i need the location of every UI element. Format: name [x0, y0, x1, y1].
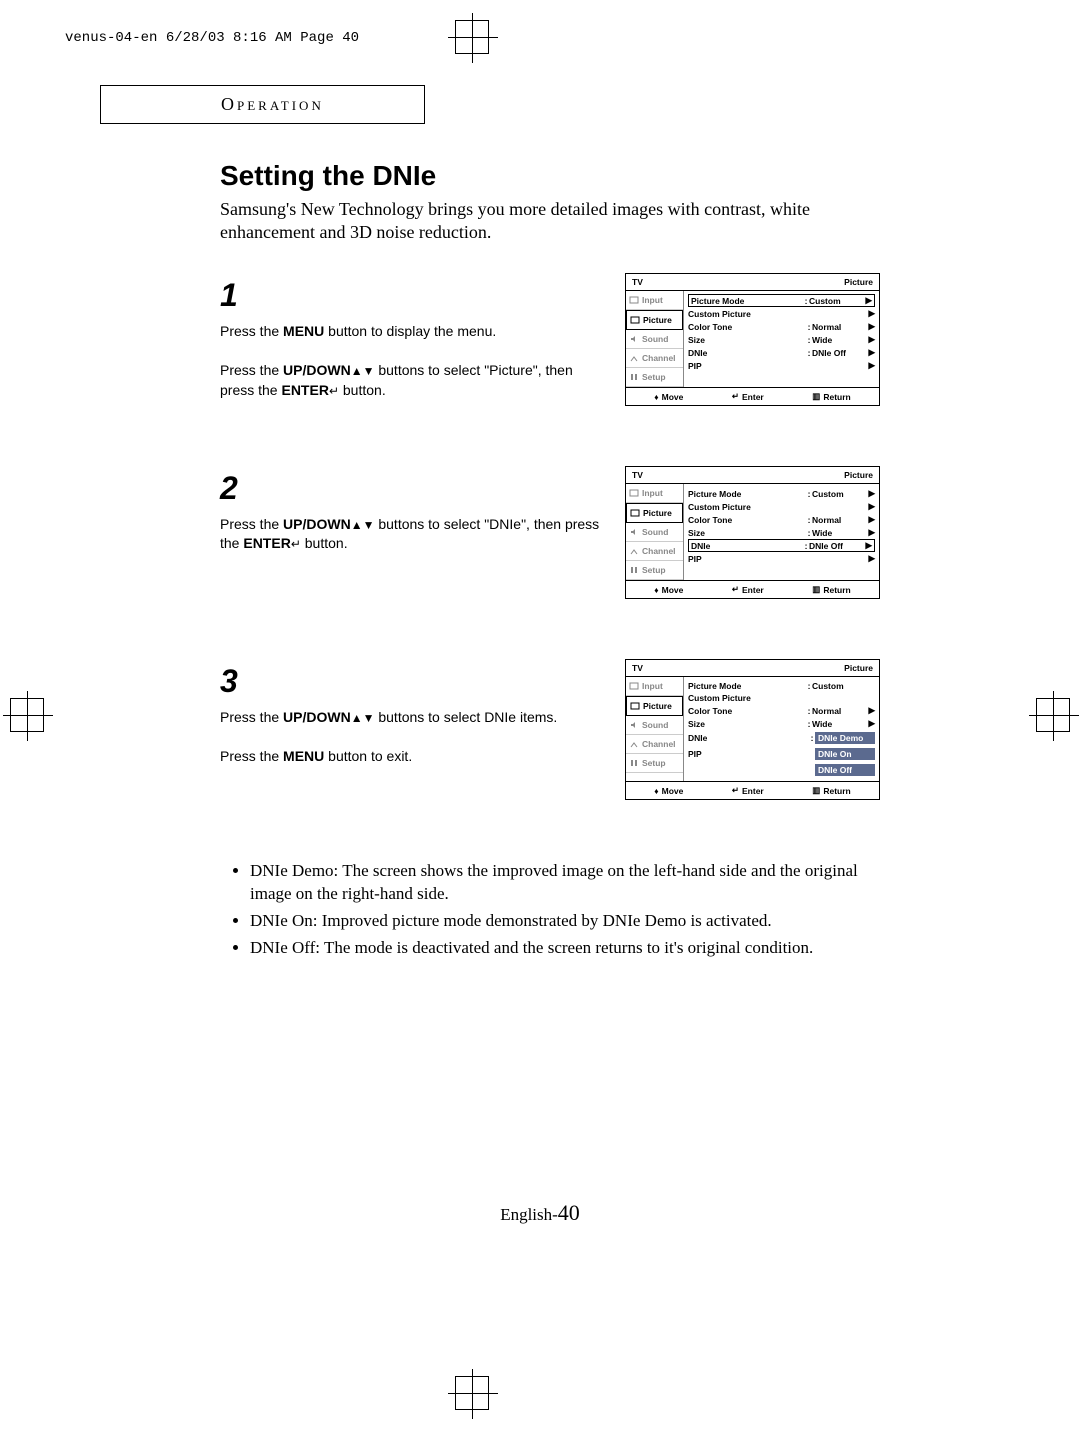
osd-tab-picture: Picture	[626, 310, 683, 330]
step-3-para-2: Press the MENU button to exit.	[220, 747, 607, 767]
osd-tab-setup: Setup	[626, 368, 683, 387]
notes-list: DNIe Demo: The screen shows the improved…	[250, 860, 880, 960]
dnie-option-demo: DNIe Demo	[815, 732, 875, 744]
registration-mark-bottom	[455, 1376, 489, 1410]
registration-mark-left	[10, 698, 44, 732]
note-dnie-on: DNIe On: Improved picture mode demonstra…	[250, 910, 880, 933]
page-content: Setting the DNIe Samsung's New Technolog…	[220, 160, 880, 964]
step-number: 1	[220, 273, 607, 318]
osd-return-icon: ▥ Return	[812, 391, 850, 402]
registration-mark-top	[455, 20, 489, 54]
step-number: 3	[220, 659, 607, 704]
dnie-option-on: DNIe On	[815, 748, 875, 760]
step-3: 3 Press the UP/DOWN▲▼ buttons to select …	[220, 659, 880, 800]
section-label: Operation	[100, 85, 425, 124]
osd-tab-sound: Sound	[626, 330, 683, 349]
step-number: 2	[220, 466, 607, 511]
note-dnie-demo: DNIe Demo: The screen shows the improved…	[250, 860, 880, 906]
page-title: Setting the DNIe	[220, 160, 880, 192]
osd-screenshot-3: TVPicture Input Picture Sound Channel Se…	[625, 659, 880, 800]
osd-screenshot-2: TVPicture Input Picture Sound Channel Se…	[625, 466, 880, 599]
step-1: 1 Press the MENU button to display the m…	[220, 273, 880, 406]
osd-move-icon: ♦ Move	[654, 391, 683, 402]
osd-enter-icon: ↵ Enter	[732, 391, 764, 402]
step-2: 2 Press the UP/DOWN▲▼ buttons to select …	[220, 466, 880, 599]
step-1-para-1: Press the MENU button to display the men…	[220, 322, 607, 342]
step-3-para-1: Press the UP/DOWN▲▼ buttons to select DN…	[220, 708, 607, 728]
step-2-para-1: Press the UP/DOWN▲▼ buttons to select "D…	[220, 515, 607, 554]
page-number: English-40	[0, 1200, 1080, 1226]
osd-tab-input: Input	[626, 291, 683, 310]
dnie-option-off: DNIe Off	[815, 764, 875, 776]
intro-text: Samsung's New Technology brings you more…	[220, 198, 880, 243]
osd-tab-channel: Channel	[626, 349, 683, 368]
registration-mark-right	[1036, 698, 1070, 732]
step-1-para-2: Press the UP/DOWN▲▼ buttons to select "P…	[220, 361, 607, 400]
print-job-header: venus-04-en 6/28/03 8:16 AM Page 40	[65, 30, 359, 46]
osd-screenshot-1: TVPicture Input Picture Sound Channel Se…	[625, 273, 880, 406]
note-dnie-off: DNIe Off: The mode is deactivated and th…	[250, 937, 880, 960]
